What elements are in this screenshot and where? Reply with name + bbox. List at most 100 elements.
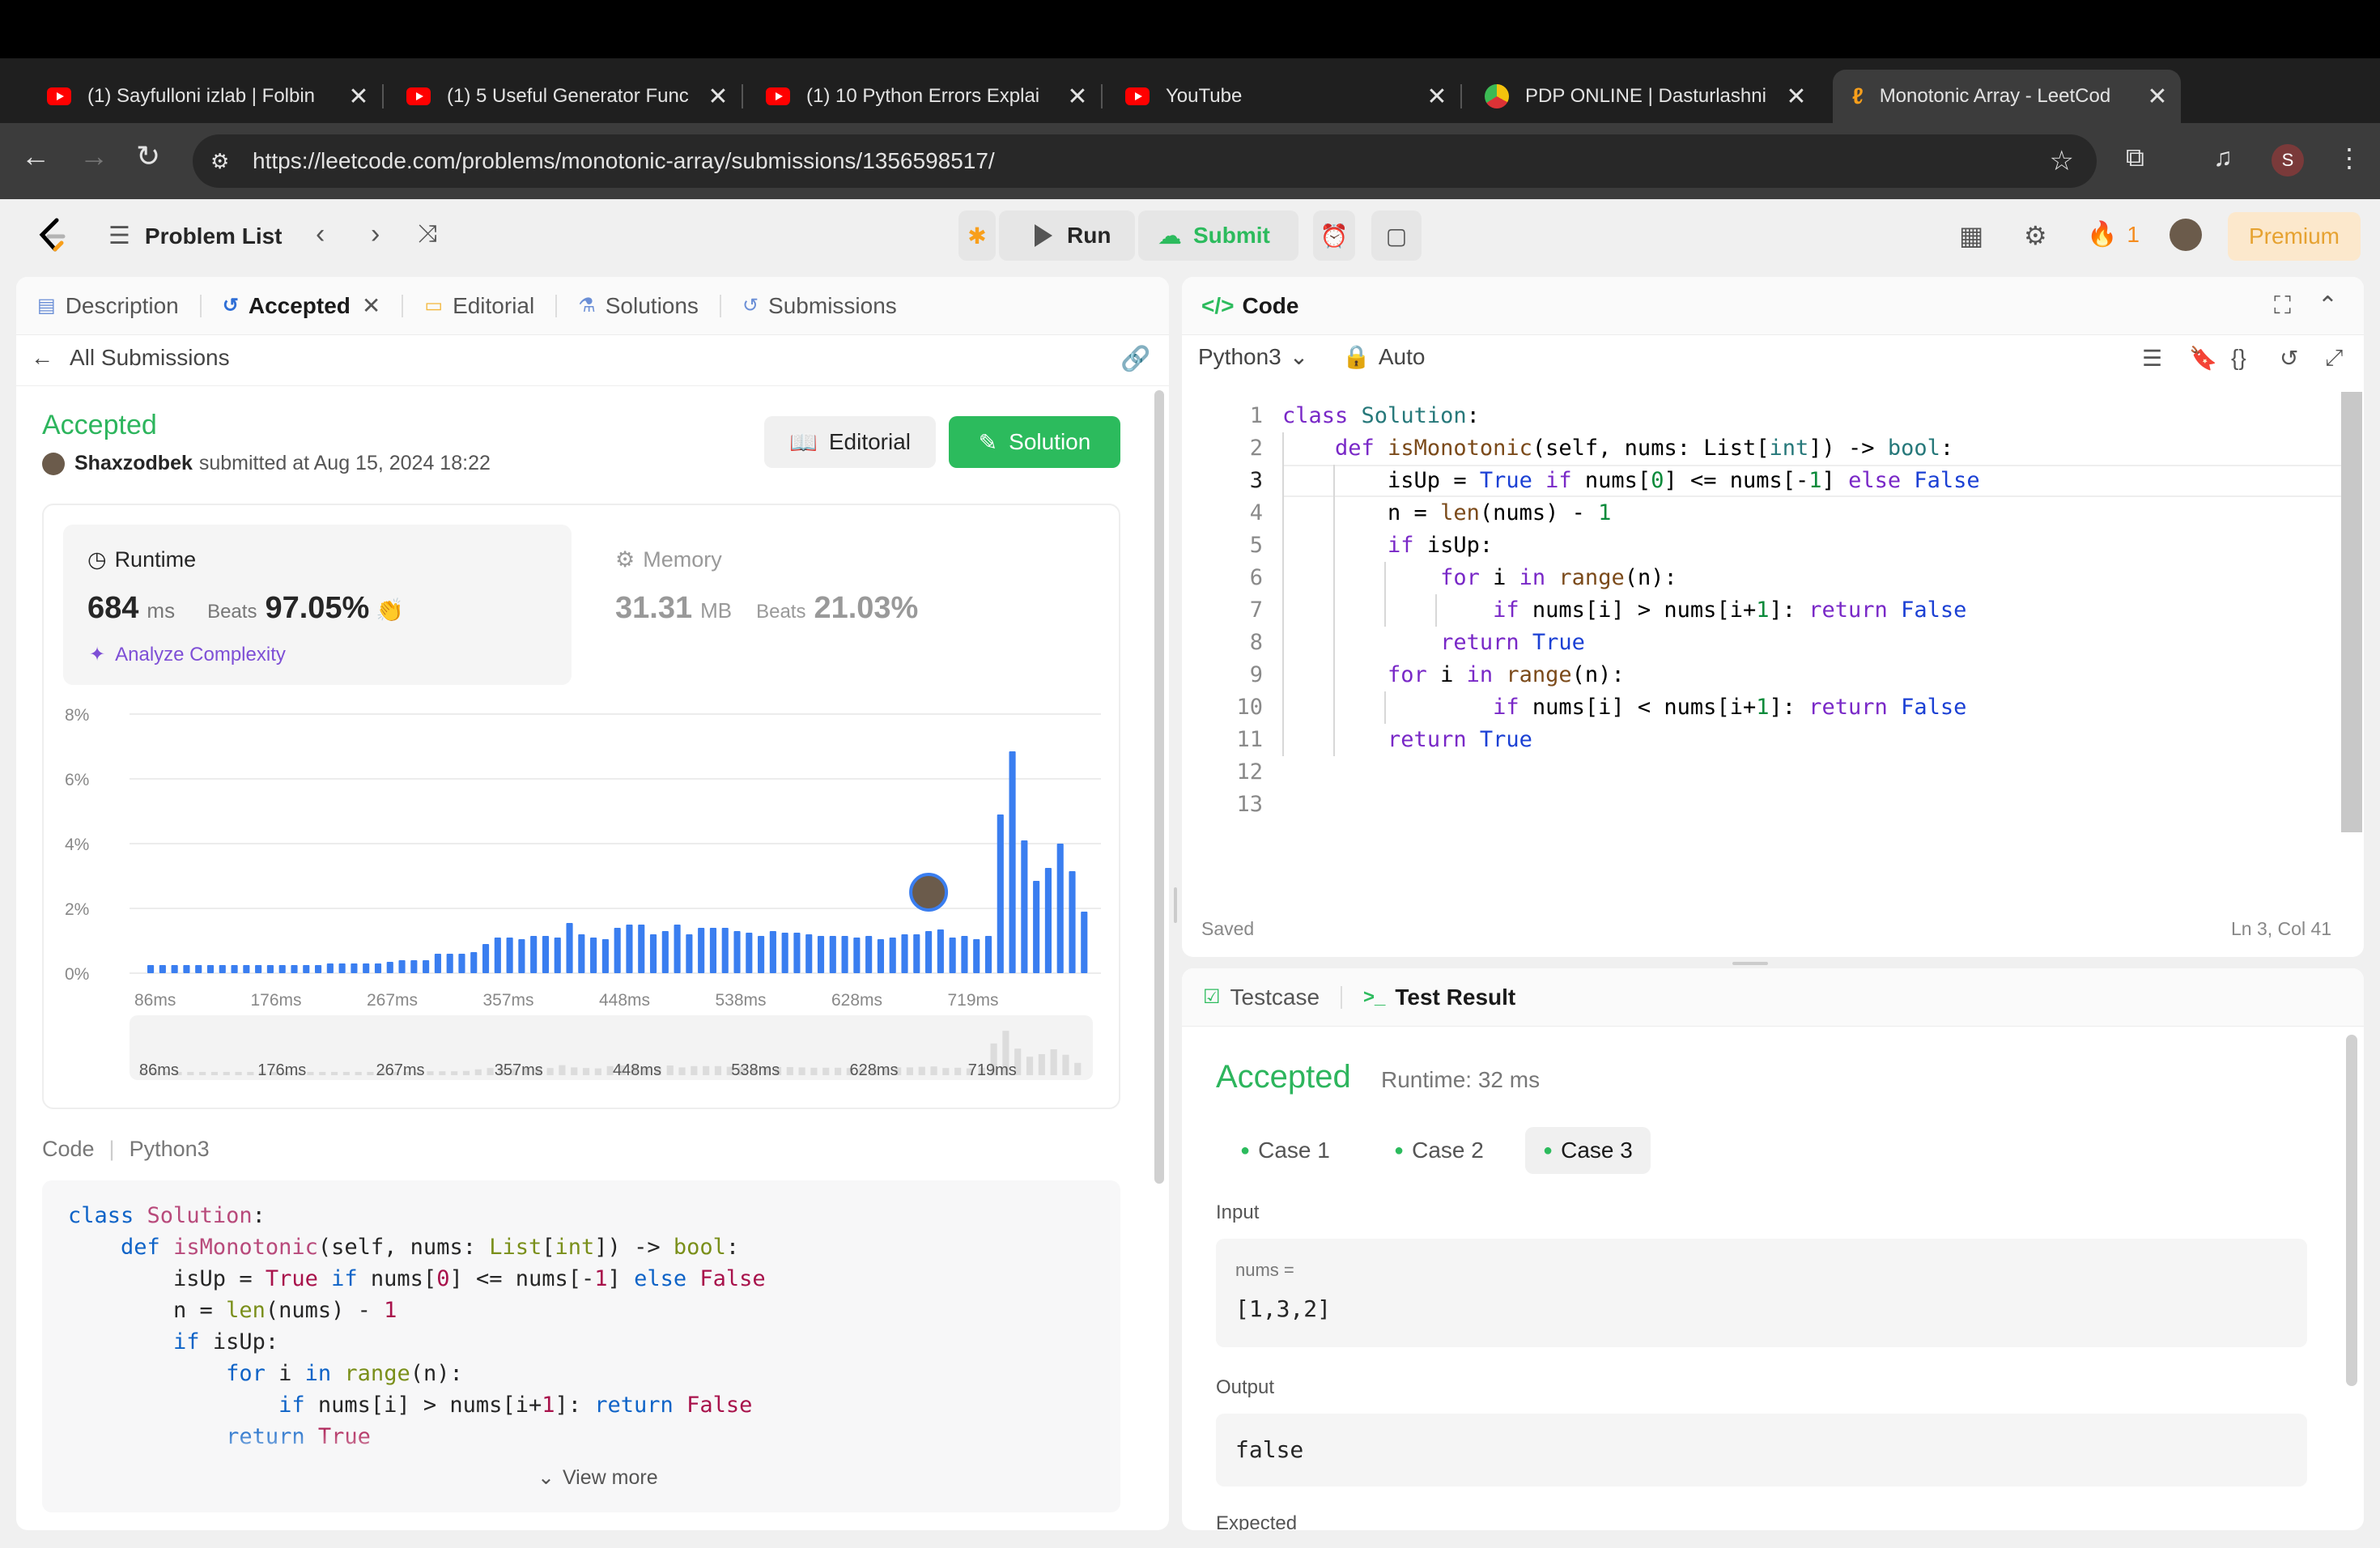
chart-bar[interactable] <box>925 931 933 973</box>
debug-button[interactable]: ✱ <box>958 211 996 261</box>
chart-bar[interactable] <box>1033 881 1040 973</box>
view-more-button[interactable]: ⌄ View more <box>538 1465 658 1490</box>
close-icon[interactable]: ✕ <box>346 83 371 111</box>
chart-bar[interactable] <box>374 963 382 973</box>
tab-testcase[interactable]: ☑ Testcase <box>1203 985 1320 1010</box>
chart-bar[interactable] <box>398 960 406 973</box>
chart-bar[interactable] <box>470 952 478 973</box>
chart-bar[interactable] <box>1044 868 1052 973</box>
username[interactable]: Shaxzodbek <box>74 452 193 475</box>
expand-icon[interactable]: ⤢ <box>2325 345 2343 372</box>
language-select[interactable]: Python3 ⌄ <box>1198 343 1308 370</box>
chart-bar[interactable] <box>458 954 465 973</box>
chart-bar[interactable] <box>984 936 992 973</box>
case-tab-2[interactable]: ● Case 2 <box>1376 1127 1502 1174</box>
chart-bar[interactable] <box>649 934 657 973</box>
submit-button[interactable]: ☁ Submit <box>1138 211 1298 261</box>
chart-bar[interactable] <box>889 938 896 973</box>
layout-grid-icon[interactable]: ▦ <box>1959 220 1983 251</box>
all-submissions-link[interactable]: ← All Submissions <box>31 345 230 371</box>
chart-bar[interactable] <box>793 933 801 973</box>
tab-editorial[interactable]: ▭ Editorial <box>424 293 534 319</box>
chart-bar[interactable] <box>291 965 298 973</box>
user-avatar[interactable] <box>2170 219 2202 251</box>
chart-bar[interactable] <box>829 936 836 973</box>
chart-bar[interactable] <box>913 934 920 973</box>
chart-bar[interactable] <box>865 936 873 973</box>
browser-tab[interactable]: (1) Sayfulloni izlab | Folbin ✕ <box>28 70 384 123</box>
close-icon[interactable]: ✕ <box>362 292 380 319</box>
result-scrollbar[interactable] <box>2346 1035 2357 1386</box>
leetcode-logo[interactable] <box>36 217 68 256</box>
chart-bar[interactable] <box>781 933 788 973</box>
chart-bar[interactable] <box>423 960 430 973</box>
chart-bar[interactable] <box>674 925 681 973</box>
profile-avatar[interactable]: S <box>2272 144 2304 176</box>
chart-bar[interactable] <box>530 936 538 973</box>
chart-bar[interactable] <box>410 960 418 973</box>
browser-tab[interactable]: (1) 5 Useful Generator Func ✕ <box>387 70 743 123</box>
browser-tab[interactable]: YouTube ✕ <box>1106 70 1462 123</box>
chart-bar[interactable] <box>171 965 178 973</box>
code-editor[interactable]: 1 2 3 4 5 6 7 8 9 10 11 12 13 class Solution: def is… <box>1182 400 2348 821</box>
chart-bar[interactable] <box>147 965 155 973</box>
problem-list-button[interactable]: ☰ Problem List <box>108 222 283 250</box>
chart-bar[interactable] <box>733 931 741 973</box>
chart-bar[interactable] <box>446 954 453 973</box>
format-icon[interactable]: ☰ <box>2142 345 2162 372</box>
timer-button[interactable]: ⏰ <box>1313 211 1355 261</box>
chart-bar[interactable] <box>195 965 202 973</box>
chart-bar[interactable] <box>386 962 393 973</box>
chart-bar[interactable] <box>841 936 848 973</box>
bookmark-icon[interactable]: 🔖 <box>2189 345 2217 372</box>
chart-bar[interactable] <box>758 936 765 973</box>
extensions-icon[interactable]: ⧉ <box>2126 142 2144 173</box>
chart-bar[interactable] <box>1056 844 1064 973</box>
panel-resize-handle-vertical[interactable] <box>1174 887 1177 923</box>
tab-solutions[interactable]: ⚗ Solutions <box>578 293 699 319</box>
chart-bar[interactable] <box>626 925 633 973</box>
chart-bar[interactable] <box>303 965 310 973</box>
chart-bar[interactable] <box>805 934 813 973</box>
chart-bar[interactable] <box>877 939 885 973</box>
chart-bar[interactable] <box>686 934 693 973</box>
chart-bar[interactable] <box>937 929 944 973</box>
chart-bar[interactable] <box>973 939 980 973</box>
bookmark-star-icon[interactable]: ☆ <box>2050 145 2074 177</box>
chart-bar[interactable] <box>817 936 825 973</box>
runtime-distribution-chart[interactable]: 8% 6% 4% 2% 0% 86ms 176ms 267ms 357ms 448ms 538ms 6… <box>65 698 1117 1095</box>
chart-bar[interactable] <box>949 938 956 973</box>
browser-tab[interactable]: (1) 10 Python Errors Explai ✕ <box>746 70 1103 123</box>
media-control-icon[interactable]: ♫ <box>2213 142 2233 172</box>
chart-bar[interactable] <box>566 923 573 973</box>
chart-bar[interactable] <box>363 963 370 973</box>
chart-bar[interactable] <box>721 928 729 973</box>
chart-bar[interactable] <box>243 965 250 973</box>
fullscreen-icon[interactable]: ⛶ <box>2274 292 2291 320</box>
analyze-complexity-link[interactable]: ✦ Analyze Complexity <box>89 643 286 666</box>
run-button[interactable]: Run <box>999 211 1135 261</box>
chart-bar[interactable] <box>769 931 776 973</box>
chart-bar[interactable] <box>351 963 358 973</box>
editorial-button[interactable]: 📖 Editorial <box>764 416 936 468</box>
chart-bar[interactable] <box>231 965 238 973</box>
chart-bar[interactable] <box>746 933 753 973</box>
auto-mode[interactable]: 🔒 Auto <box>1342 343 1425 370</box>
chart-bar[interactable] <box>159 965 166 973</box>
forward-icon[interactable]: → <box>79 139 108 173</box>
chart-bar[interactable] <box>698 928 705 973</box>
left-scrollbar[interactable] <box>1154 390 1164 1184</box>
collapse-icon[interactable]: ⌃ <box>2318 291 2338 320</box>
settings-gear-icon[interactable]: ⚙ <box>2024 220 2047 251</box>
close-icon[interactable]: ✕ <box>706 83 730 111</box>
chart-bar[interactable] <box>183 965 190 973</box>
chart-bar[interactable] <box>578 934 585 973</box>
chart-bar[interactable] <box>434 954 441 973</box>
chart-bar[interactable] <box>1021 840 1028 973</box>
chart-bar[interactable] <box>997 814 1004 973</box>
chart-bar[interactable] <box>278 965 286 973</box>
chevron-right-icon[interactable]: › <box>371 219 380 250</box>
chart-bar[interactable] <box>961 936 968 973</box>
chart-bar[interactable] <box>661 931 669 973</box>
tab-accepted[interactable]: ↺ Accepted ✕ <box>223 292 381 319</box>
